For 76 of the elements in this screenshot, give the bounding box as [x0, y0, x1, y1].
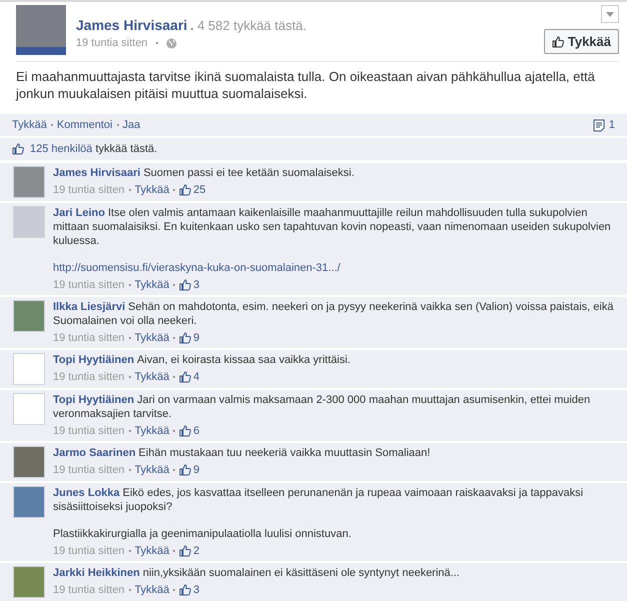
commenter-name[interactable]: Jari Leino	[53, 207, 105, 219]
thumbs-up-icon	[179, 545, 192, 557]
comment-like-link[interactable]: Tykkää	[134, 183, 170, 197]
comment-like-link[interactable]: Tykkää	[134, 370, 170, 384]
comment-time: 19 tuntia sitten	[53, 331, 125, 345]
comment-like-count[interactable]: 9	[193, 463, 200, 477]
comment-like-link[interactable]: Tykkää	[134, 463, 170, 477]
like-button[interactable]: Tykkää	[544, 29, 619, 54]
comment-text: Jarmo Saarinen Eihän mustakaan tuu neekeriä vaikka muuttasin Somaliaan!	[53, 446, 432, 460]
comment-text: Plastiikkakirurgialla ja geenimanipulaatiolla luulisi onnistuvan.	[53, 528, 352, 540]
thumbs-up-icon	[179, 371, 192, 383]
comment-like-link[interactable]: Tykkää	[134, 583, 170, 597]
comment-link[interactable]: http://suomensisu.fi/vieraskyna-kuka-on-suomalainen-31.../	[53, 262, 340, 274]
comment-time: 19 tuntia sitten	[53, 583, 125, 597]
thumbs-up-icon	[179, 332, 192, 344]
profile-photo-placeholder	[16, 5, 66, 55]
page-likes: 4 582 tykkää tästä.	[197, 18, 306, 33]
comment-like-count[interactable]: 25	[193, 183, 206, 197]
comment-time: 19 tuntia sitten	[53, 183, 125, 197]
comment-text: Junes Lokka Eikö edes, jos kasvattaa itselleen perunanenän ja rupeaa vaimoaan raiskaavaksi ja tappavaksi sisäsiittoiseksi juopoksi?	[53, 486, 584, 514]
avatar-photo-placeholder	[13, 486, 45, 518]
commenter-name[interactable]: Topi Hyytiäinen	[53, 354, 134, 366]
comment-text: James Hirvisaari Suomen passi ei tee ketään suomalaiseksi.	[53, 166, 356, 180]
comment-like-count[interactable]: 4	[193, 370, 200, 384]
likes-text: tykkää tästä.	[95, 143, 158, 155]
comment-like-link[interactable]: Tykkää	[134, 278, 170, 292]
comment-time: 19 tuntia sitten	[53, 463, 125, 477]
dropdown-button[interactable]	[601, 5, 619, 23]
comment-text: Topi Hyytiäinen Jari on varmaan valmis maksamaan 2-300 000 maahan muuttajan asumisenkin, ettei muiden veronmaksajien tarvitse.	[53, 393, 592, 421]
comment-time: 19 tuntia sitten	[53, 424, 125, 438]
comment-text: Ilkka Liesjärvi Sehän on mahdotonta, esim. neekeri on ja pysyy neekerinä vaikka sen (Valion) voissa paistais, eikä Suomalainen voi olla neekeri.	[53, 300, 614, 328]
commenter-name[interactable]: James Hirvisaari	[53, 167, 140, 179]
comment-time: 19 tuntia sitten	[53, 544, 125, 558]
action-link[interactable]: Tykkää	[12, 119, 47, 131]
comment-like-link[interactable]: Tykkää	[134, 331, 170, 345]
thumbs-up-icon	[12, 143, 24, 155]
thumbs-up-icon	[179, 184, 192, 196]
comment-like-count[interactable]: 6	[193, 424, 200, 438]
avatar-photo-placeholder	[13, 300, 45, 332]
avatar-photo-placeholder	[13, 393, 45, 425]
thumbs-up-icon	[179, 279, 192, 291]
comment-text: Jarkki Heikkinen niin,yksikään suomalainen ei käsittäseni ole syntynyt neekerinä...	[53, 566, 461, 580]
globe-icon	[166, 38, 177, 48]
commenter-name[interactable]: Jarmo Saarinen	[53, 447, 136, 459]
comment-time: 19 tuntia sitten	[53, 370, 125, 384]
comment-icon[interactable]	[592, 118, 605, 132]
commenter-name[interactable]: Junes Lokka	[53, 487, 120, 499]
comment-like-count[interactable]: 3	[193, 278, 200, 292]
avatar-photo-placeholder	[13, 446, 45, 478]
avatar-photo-placeholder	[13, 566, 45, 598]
thumbs-up-icon	[552, 36, 564, 48]
commenter-name[interactable]: Topi Hyytiäinen	[53, 394, 134, 406]
comment-like-count[interactable]: 2	[193, 544, 200, 558]
comment-like-link[interactable]: Tykkää	[134, 544, 170, 558]
action-link[interactable]: Kommentoi	[56, 119, 112, 131]
action-link[interactable]: Jaa	[122, 119, 140, 131]
comment-text: Jari Leino Itse olen valmis antamaan kaikenlaisille maahanmuuttajille reilun mahdollisuuden tulla sukupolvien mittaan suomalaisiksi. En kuitenkaan usko sen tapahtuvan kovin nopeasti, vaan nimenomaan useiden sukupolvien kuluessa.	[53, 206, 612, 248]
commenter-name[interactable]: Ilkka Liesjärvi	[53, 301, 126, 313]
comment-like-count[interactable]: 3	[193, 583, 200, 597]
avatar-photo-placeholder	[13, 353, 45, 385]
avatar-photo-placeholder	[13, 206, 45, 238]
thumbs-up-icon	[179, 425, 192, 437]
likers-link[interactable]: 125 henkilöä	[30, 143, 92, 155]
post-time: 19 tuntia sitten	[76, 37, 148, 49]
thumbs-up-icon	[179, 464, 192, 476]
thumbs-up-icon	[179, 584, 192, 596]
comment-like-link[interactable]: Tykkää	[134, 424, 170, 438]
post-text: Ei maahanmuuttajasta tarvitse ikinä suomalaista tulla. On oikeastaan aivan pähkähullua ajatella, että jonkun muukalaisen pitäisi muuttua suomalaiseksi.	[16, 68, 596, 102]
comment-text: Topi Hyytiäinen Aivan, ei koirasta kissaa saa vaikka yrittäisi.	[53, 353, 352, 367]
comment-like-count[interactable]: 9	[193, 331, 200, 345]
author-name[interactable]: James Hirvisaari	[76, 17, 188, 33]
comment-count: 1	[608, 119, 615, 131]
caret-icon	[606, 12, 614, 16]
comment-time: 19 tuntia sitten	[53, 278, 125, 292]
commenter-name[interactable]: Jarkki Heikkinen	[53, 567, 140, 579]
avatar-photo-placeholder	[13, 166, 45, 198]
